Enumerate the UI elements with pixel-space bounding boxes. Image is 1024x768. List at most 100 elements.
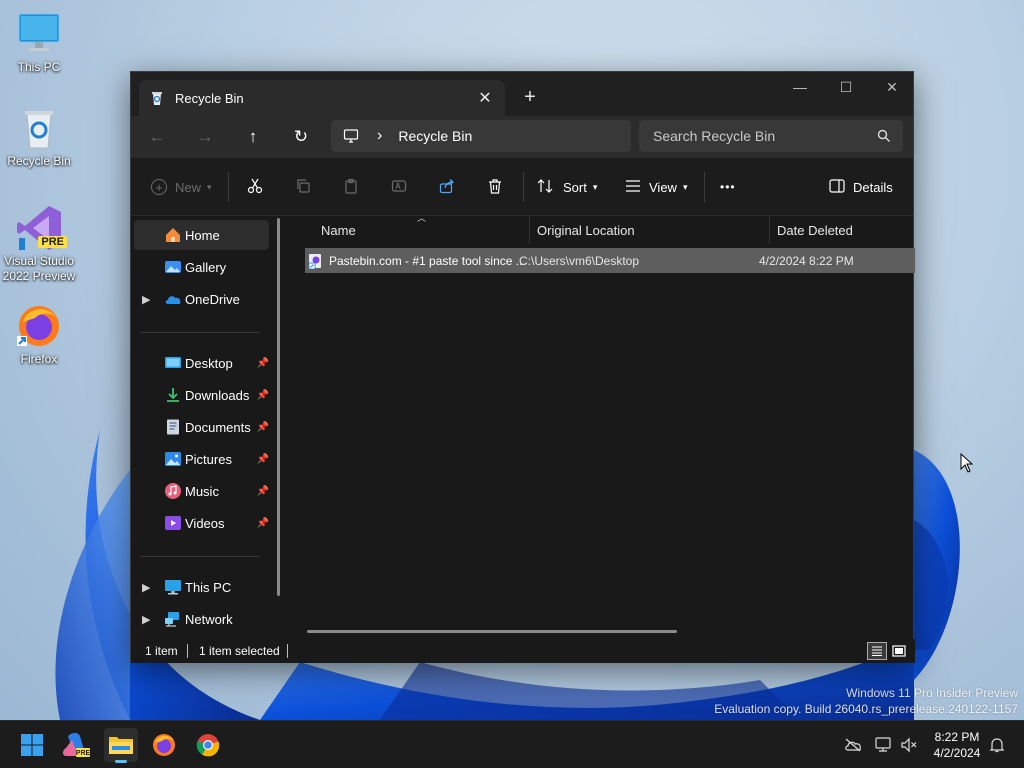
file-explorer-window: Recycle Bin ✕ + — ☐ ✕ ← → ↑ ↻ › Recycle … xyxy=(130,71,915,663)
network-icon xyxy=(164,610,182,628)
share-button[interactable] xyxy=(439,172,455,202)
table-row[interactable]: Pastebin.com - #1 paste tool since ... C… xyxy=(305,248,915,273)
chevron-right-icon[interactable]: ▶ xyxy=(142,581,150,594)
preview-badge: PRE xyxy=(38,236,67,248)
firefox-icon xyxy=(153,734,175,756)
svg-text:PRE: PRE xyxy=(76,750,90,757)
sidebar-item-desktop[interactable]: Desktop 📌 xyxy=(134,348,269,378)
view-lines-icon xyxy=(625,179,641,196)
sidebar-item-downloads[interactable]: Downloads 📌 xyxy=(134,380,269,410)
rename-button[interactable] xyxy=(391,172,407,202)
desktop-icon-firefox[interactable]: Firefox xyxy=(0,302,78,366)
sidebar-item-label: OneDrive xyxy=(185,291,240,307)
taskbar: PRE 8:22 PM 4/2/2024 xyxy=(0,720,1024,768)
chevron-right-icon[interactable]: ▶ xyxy=(142,293,150,306)
forward-button[interactable]: → xyxy=(189,122,221,152)
network-status-icon[interactable] xyxy=(873,735,895,755)
clipboard-icon xyxy=(343,178,359,197)
refresh-button[interactable]: ↻ xyxy=(285,122,317,152)
documents-icon xyxy=(164,418,182,436)
address-bar[interactable]: › Recycle Bin xyxy=(331,120,631,152)
desktop-icon-recycle-bin[interactable]: Recycle Bin xyxy=(0,104,78,168)
search-input[interactable]: Search Recycle Bin xyxy=(653,128,877,144)
pin-icon[interactable]: 📌 xyxy=(257,454,269,465)
sidebar-item-documents[interactable]: Documents 📌 xyxy=(134,412,269,442)
tiles-view-toggle-icon[interactable] xyxy=(889,642,909,660)
sidebar-item-pictures[interactable]: Pictures 📌 xyxy=(134,444,269,474)
pin-icon[interactable]: 📌 xyxy=(257,486,269,497)
sidebar-item-home[interactable]: Home xyxy=(134,220,269,250)
more-options-button[interactable]: ••• xyxy=(720,172,736,202)
copy-button[interactable] xyxy=(295,172,311,202)
view-button[interactable]: View ▾ xyxy=(625,172,687,202)
minimize-button[interactable]: — xyxy=(777,72,823,102)
file-explorer-icon xyxy=(109,737,133,754)
toolbar-divider xyxy=(523,172,524,202)
sidebar-item-label: Downloads xyxy=(185,387,250,403)
cut-button[interactable] xyxy=(247,172,263,202)
breadcrumb-chevron-icon: › xyxy=(377,127,383,144)
mouse-cursor-icon xyxy=(960,452,974,473)
tab-recycle-bin[interactable]: Recycle Bin ✕ xyxy=(139,80,505,116)
sidebar-item-onedrive[interactable]: ▶ OneDrive xyxy=(134,284,269,314)
paste-button[interactable] xyxy=(343,172,359,202)
visual-studio-icon: PRE xyxy=(15,204,67,252)
details-view-toggle-icon[interactable] xyxy=(867,642,887,660)
toolbar-divider xyxy=(228,172,229,202)
close-window-button[interactable]: ✕ xyxy=(869,72,915,102)
sidebar-item-network[interactable]: ▶ Network xyxy=(134,604,269,634)
details-pane-button[interactable]: Details xyxy=(829,172,893,202)
sidebar-scrollbar[interactable] xyxy=(277,218,280,596)
shortcut-file-icon xyxy=(307,253,323,269)
volume-muted-icon[interactable] xyxy=(898,735,920,755)
horizontal-scrollbar[interactable] xyxy=(307,630,677,633)
sidebar-item-this-pc[interactable]: ▶ This PC xyxy=(134,572,269,602)
column-header-date-deleted[interactable]: Date Deleted xyxy=(769,216,909,244)
date-deleted-cell: 4/2/2024 8:22 PM xyxy=(759,253,854,268)
delete-button[interactable] xyxy=(487,172,503,202)
search-icon xyxy=(877,129,891,143)
new-button[interactable]: + New ▾ xyxy=(151,172,212,202)
pin-icon[interactable]: 📌 xyxy=(257,518,269,529)
sidebar-item-label: Videos xyxy=(185,515,225,531)
scissors-icon xyxy=(247,178,263,197)
navigation-pane: Home Gallery ▶ OneDrive Desktop 📌 Downlo… xyxy=(131,216,281,637)
notifications-bell-icon[interactable] xyxy=(986,735,1008,755)
system-clock[interactable]: 8:22 PM 4/2/2024 xyxy=(922,729,992,761)
firefox-taskbar-button[interactable] xyxy=(148,729,180,761)
back-button[interactable]: ← xyxy=(141,122,173,152)
desktop-icon-visual-studio[interactable]: PRE Visual Studio 2022 Preview xyxy=(0,204,78,284)
breadcrumb-location[interactable]: Recycle Bin xyxy=(398,128,472,144)
sidebar-item-label: Home xyxy=(185,227,220,243)
up-button[interactable]: ↑ xyxy=(237,122,269,152)
chrome-taskbar-button[interactable] xyxy=(192,729,224,761)
pin-icon[interactable]: 📌 xyxy=(257,390,269,401)
cloud-offline-icon[interactable] xyxy=(842,735,864,755)
new-tab-button[interactable]: + xyxy=(517,84,543,110)
column-header-name[interactable]: Name xyxy=(313,216,529,244)
sidebar-item-label: Gallery xyxy=(185,259,227,275)
this-pc-icon xyxy=(164,578,182,596)
new-button-label: New xyxy=(175,179,202,195)
pin-icon[interactable]: 📌 xyxy=(257,422,269,433)
maximize-button[interactable]: ☐ xyxy=(823,72,869,102)
view-button-label: View xyxy=(649,179,677,195)
column-header-original-location[interactable]: Original Location xyxy=(529,216,769,244)
clock-time: 8:22 PM xyxy=(934,730,980,744)
start-button[interactable] xyxy=(16,729,48,761)
trash-icon xyxy=(487,178,503,197)
copilot-button[interactable]: PRE xyxy=(60,729,92,761)
pictures-icon xyxy=(164,450,182,468)
desktop-icon-label: This PC xyxy=(17,60,61,74)
sidebar-item-music[interactable]: Music 📌 xyxy=(134,476,269,506)
search-box[interactable]: Search Recycle Bin xyxy=(639,120,903,152)
chevron-right-icon[interactable]: ▶ xyxy=(142,613,150,626)
close-tab-icon[interactable]: ✕ xyxy=(471,84,499,112)
desktop-icon-this-pc[interactable]: This PC xyxy=(0,10,78,74)
sidebar-item-gallery[interactable]: Gallery xyxy=(134,252,269,282)
pin-icon[interactable]: 📌 xyxy=(257,358,269,369)
sort-button[interactable]: Sort ▾ xyxy=(537,172,597,202)
sidebar-item-videos[interactable]: Videos 📌 xyxy=(134,508,269,538)
file-explorer-button[interactable] xyxy=(104,728,138,763)
status-bar: 1 item 1 item selected xyxy=(131,639,915,663)
